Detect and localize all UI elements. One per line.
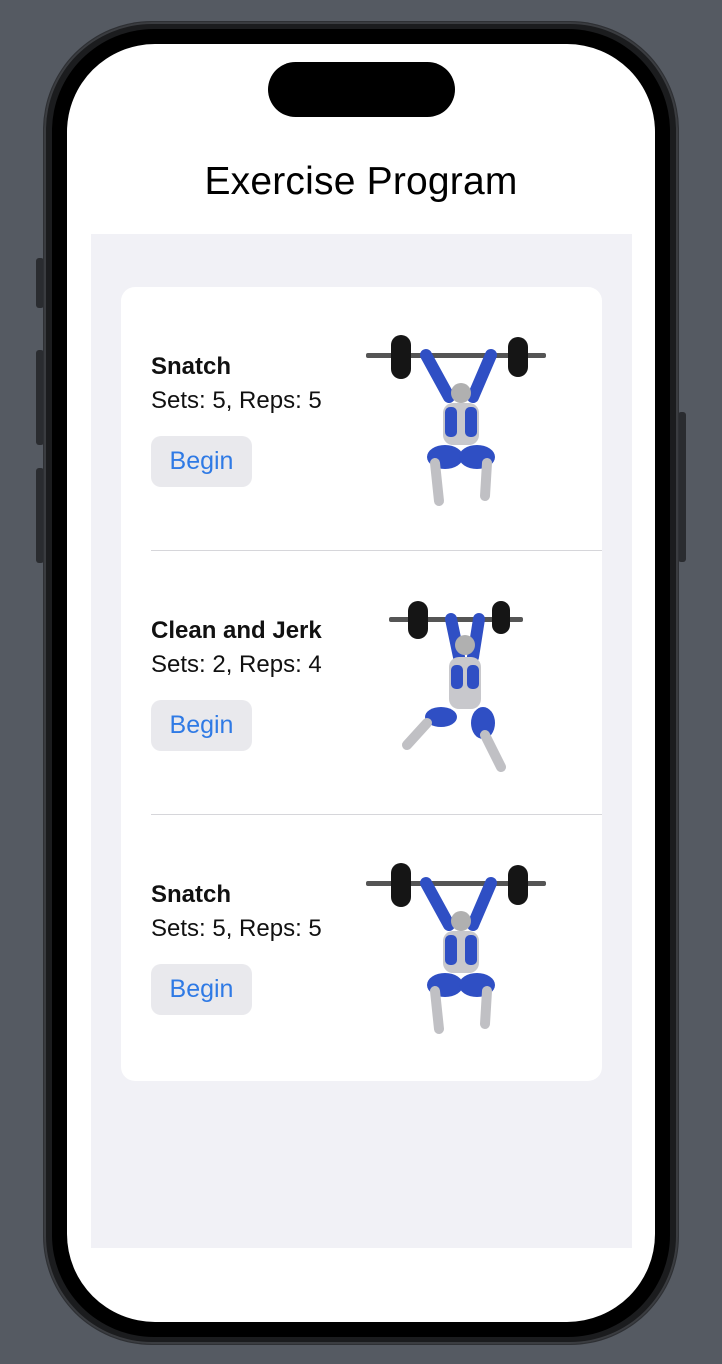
phone-screen: Exercise Program Snatch Sets: 5, Reps: 5… [67,44,655,1322]
exercise-name: Clean and Jerk [151,617,322,644]
action-button [36,258,44,308]
exercise-list: Snatch Sets: 5, Reps: 5 Begin Clean and … [121,287,602,1081]
begin-button[interactable]: Begin [151,436,252,487]
split-jerk-figure-icon [389,601,523,772]
power-button [678,412,686,562]
exercise-name: Snatch [151,881,232,908]
overhead-squat-figure-icon [366,863,546,1034]
page-title: Exercise Program [204,160,518,203]
exercise-sets-reps: Sets: 5, Reps: 5 [151,387,322,414]
volume-up-button [36,350,44,445]
exercise-list-background: Snatch Sets: 5, Reps: 5 Begin Clean and … [91,234,632,1248]
overhead-squat-figure-icon [366,335,546,506]
exercise-row: Snatch Sets: 5, Reps: 5 Begin [121,287,602,551]
exercise-sets-reps: Sets: 2, Reps: 4 [151,651,322,678]
exercise-row: Clean and Jerk Sets: 2, Reps: 4 Begin [121,551,602,815]
exercise-row: Snatch Sets: 5, Reps: 5 Begin [121,815,602,1079]
dynamic-island [268,62,455,117]
volume-down-button [36,468,44,563]
begin-button[interactable]: Begin [151,700,252,751]
exercise-name: Snatch [151,353,232,380]
exercise-sets-reps: Sets: 5, Reps: 5 [151,915,322,942]
begin-button[interactable]: Begin [151,964,252,1015]
